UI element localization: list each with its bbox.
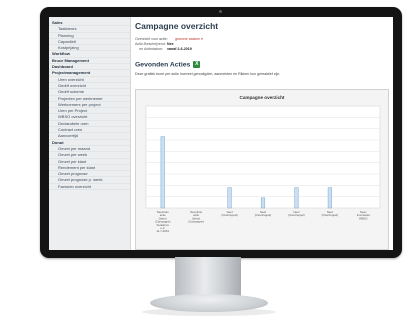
x-tick-label: Neev Inventariet WBSO	[357, 210, 370, 220]
chart-bar	[160, 136, 165, 209]
chart-panel: Campagne overzicht Nevofnas actie (Idem) (C…	[135, 89, 389, 250]
main-content: Campagne overzicht Overzicht voor actie:…	[135, 17, 391, 250]
x-tick-label: Nevofnas actie (Idem) (Campagne)	[188, 210, 204, 224]
x-tick-label-line: (Overtreppel)	[221, 213, 238, 217]
x-tick-label-line: (Overtreppel)	[288, 213, 305, 217]
x-tick-label: Nevofnas actie (Idem) (Campagne) Sedeknos e.d…	[155, 210, 171, 233]
x-tick-label-line: WBSO	[359, 216, 368, 220]
campaign-select-dropdown[interactable]: gewone zaaken ▾	[167, 37, 203, 41]
x-tick-label-line: (Overtreppel)	[255, 213, 272, 217]
chart-bar	[327, 187, 332, 209]
excel-export-icon[interactable]: X	[193, 61, 201, 68]
chart-bar	[227, 187, 232, 209]
info-label: en Actiedatum:	[139, 47, 163, 51]
campaign-filter-info: Overzicht voor actie: gewone zaaken ▾ Acti…	[135, 37, 285, 52]
chart-bar	[294, 187, 299, 209]
monitor-bezel: Sales Taakbeurs Planning Capaciteit Kostprij…	[40, 7, 402, 258]
page-title: Campagne overzicht	[135, 21, 219, 31]
x-tick-label-line: (Campagne)	[188, 220, 204, 224]
sidebar: Sales Taakbeurs Planning Capaciteit Kostprij…	[49, 17, 131, 250]
campaign-bar-chart: Nevofnas actie (Idem) (Campagne) Sedeknos e.d…	[145, 105, 381, 233]
sidebar-item[interactable]: Facturen overzicht	[49, 184, 130, 191]
webcam-icon	[219, 10, 222, 13]
section-title: Gevonden Acties X	[135, 61, 201, 69]
section-description: Deze grafiek toont per actie hoeveel gen…	[135, 72, 281, 76]
x-tick-label: Neef (Overtreppel)	[288, 210, 305, 217]
monitor-stand-base	[150, 294, 268, 312]
info-value: Nee	[167, 42, 174, 46]
plot-area	[145, 105, 381, 209]
info-row: en Actiedatum: vanaf 2-6-2019	[135, 47, 285, 52]
x-tick-label: Neef (Overtreppel)	[255, 210, 272, 217]
monitor-screen: Sales Taakbeurs Planning Capaciteit Kostprij…	[49, 17, 393, 250]
x-tick-label: Neef (Overtreppel)	[322, 210, 339, 217]
monitor-stand-neck	[175, 257, 241, 297]
x-tick-label: Neef (Overtreppel)	[221, 210, 238, 217]
info-value: vanaf 2-6-2019	[167, 47, 192, 51]
chart-bar	[260, 197, 266, 209]
x-tick-label-line: (Overtreppel)	[322, 213, 339, 217]
x-tick-label-line: 11-7-2019	[156, 229, 169, 233]
section-title-text: Gevonden Acties	[135, 61, 191, 69]
